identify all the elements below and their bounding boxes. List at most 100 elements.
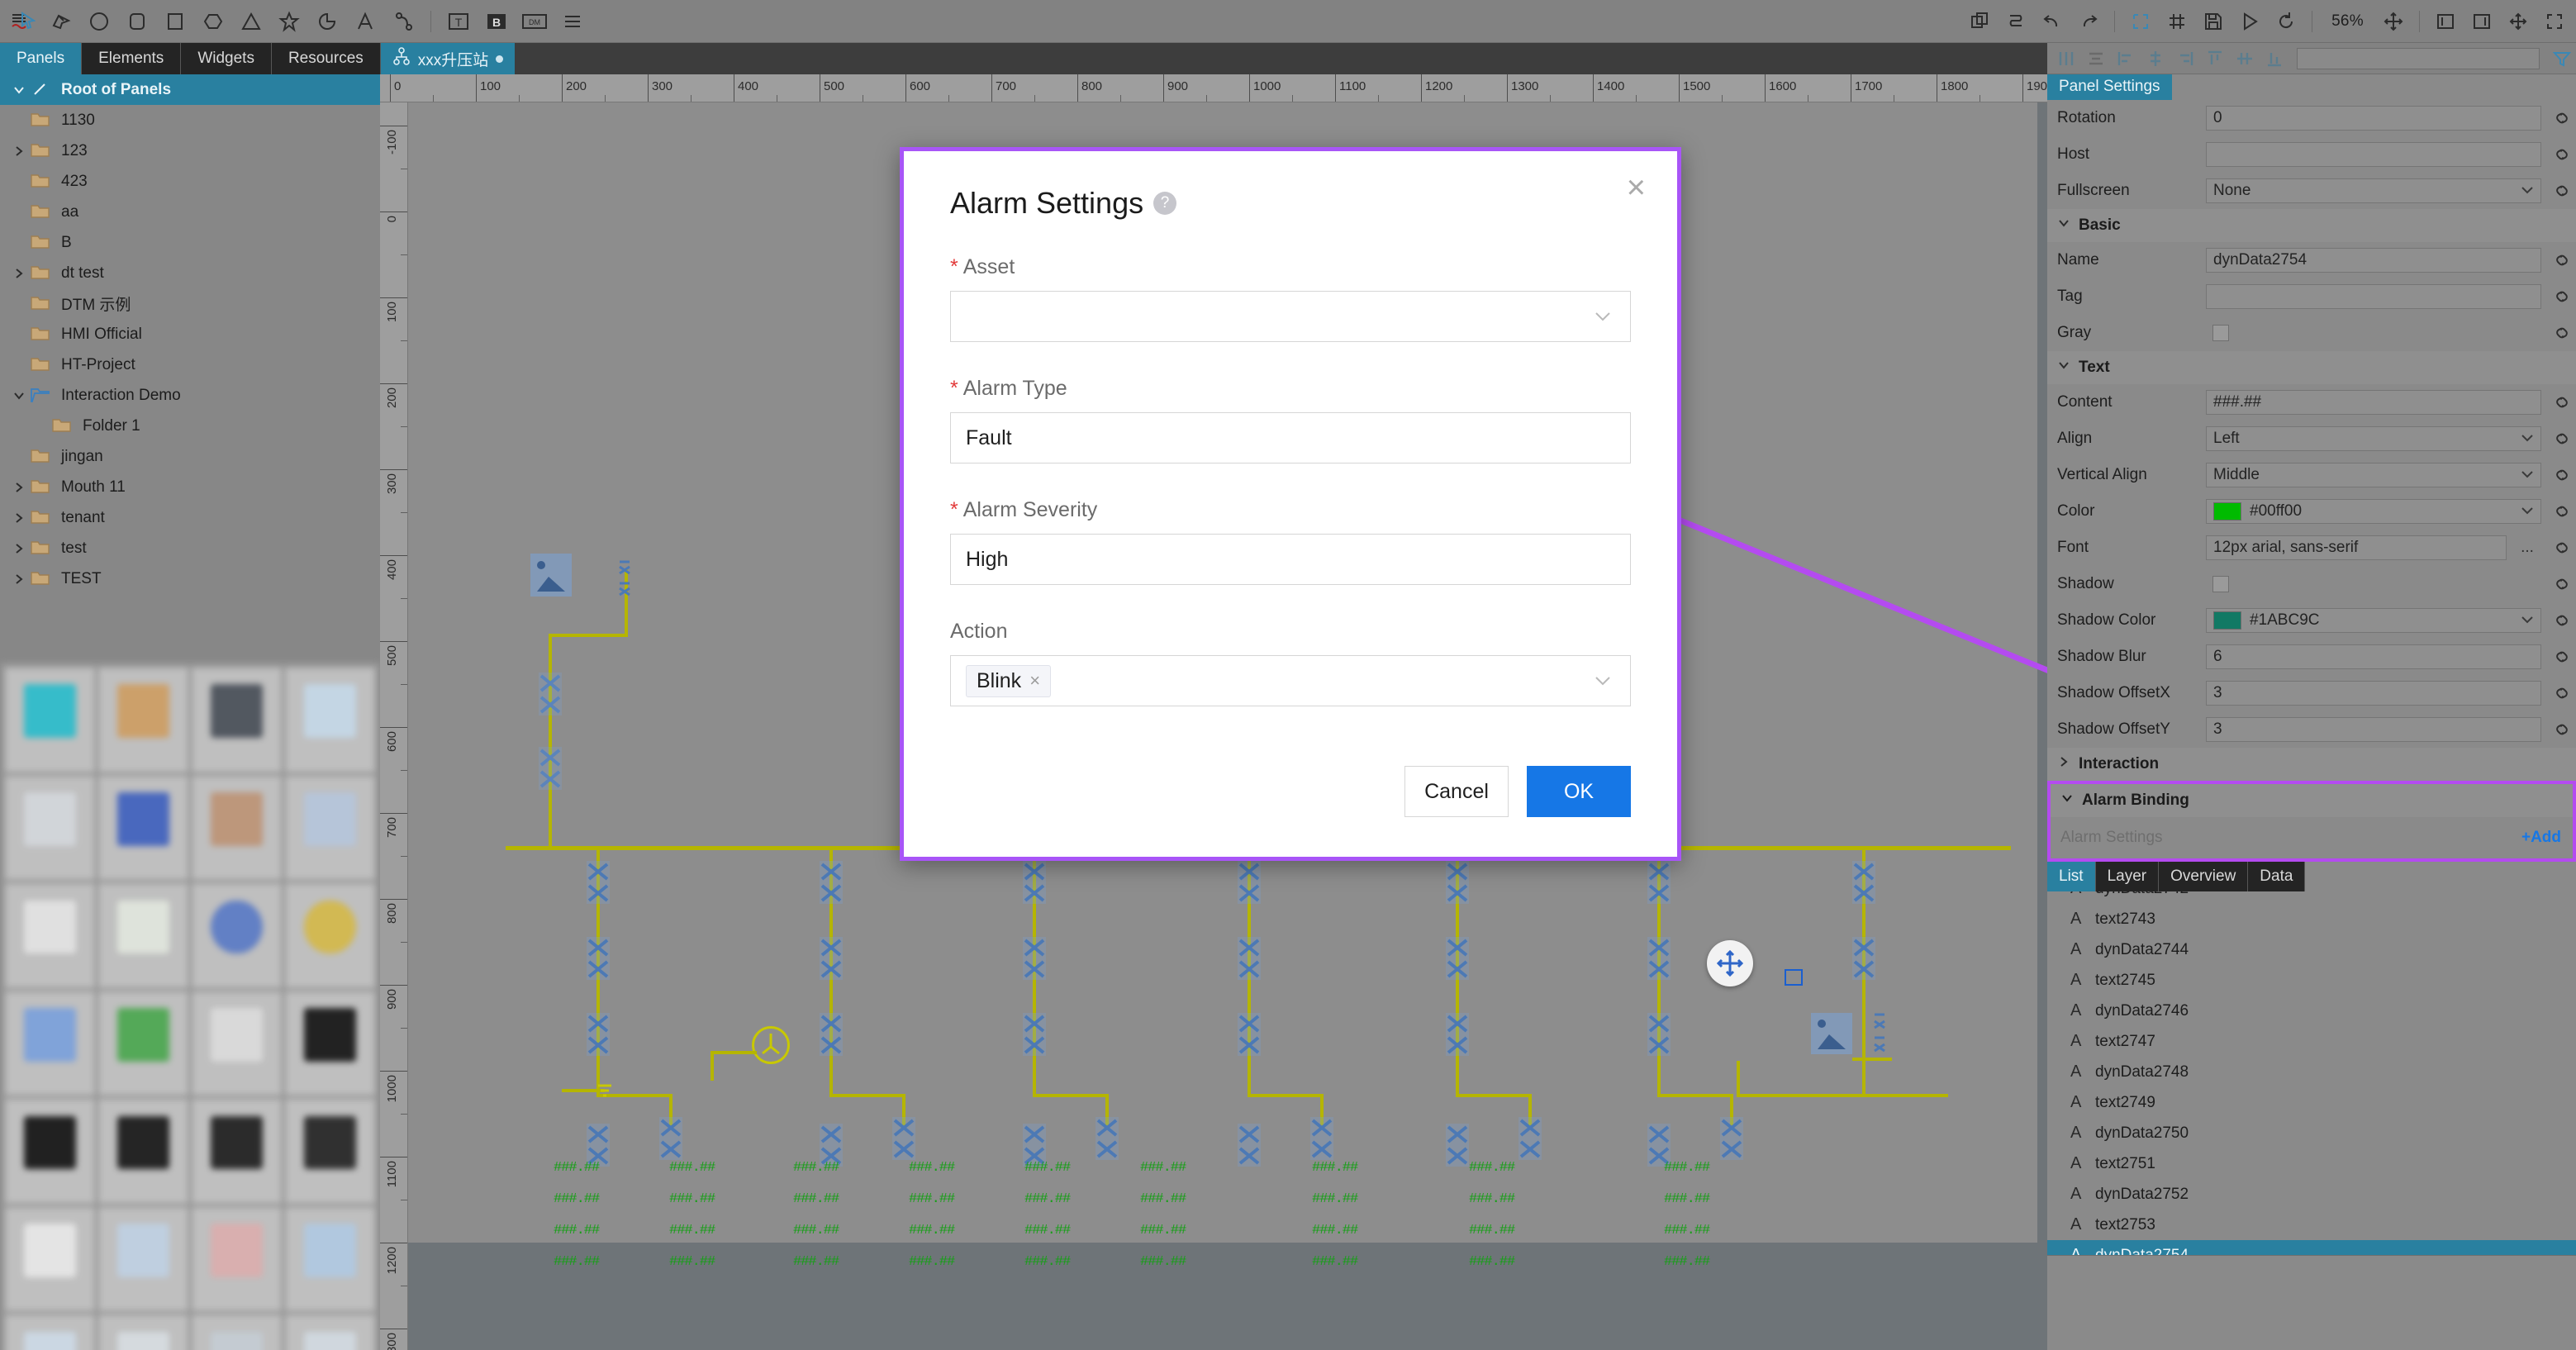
rounded-rect-icon[interactable] bbox=[121, 5, 154, 38]
grid-icon[interactable] bbox=[2160, 5, 2193, 38]
bold-box-icon[interactable]: B bbox=[480, 5, 513, 38]
alarm-severity-input[interactable]: High bbox=[950, 534, 1631, 585]
tab-panels[interactable]: Panels bbox=[0, 43, 82, 74]
list-item[interactable]: AdynData2748 bbox=[2047, 1057, 2576, 1087]
align-right-icon[interactable] bbox=[2171, 46, 2199, 71]
link-icon[interactable] bbox=[2548, 393, 2576, 411]
tree-item-423[interactable]: 423 bbox=[0, 166, 380, 197]
breaker-symbol-icon[interactable] bbox=[1872, 1011, 1887, 1056]
align-left-icon[interactable] bbox=[2112, 46, 2140, 71]
tab-list[interactable]: List bbox=[2047, 862, 2096, 891]
checkbox[interactable] bbox=[2212, 325, 2229, 341]
align-horizontal-center-icon[interactable] bbox=[2082, 46, 2110, 71]
breaker-symbol-icon[interactable] bbox=[820, 937, 843, 980]
palette-item[interactable] bbox=[98, 1314, 188, 1350]
chevron-right-icon[interactable] bbox=[2057, 755, 2070, 773]
chevron-right-icon[interactable] bbox=[8, 267, 30, 280]
chevron-down-icon[interactable] bbox=[1594, 670, 1612, 692]
tree-item-jingan[interactable]: jingan bbox=[0, 441, 380, 472]
link-icon[interactable] bbox=[2548, 430, 2576, 448]
distribute-horizontal-icon[interactable] bbox=[2231, 46, 2259, 71]
chevron-down-icon[interactable] bbox=[2057, 359, 2070, 377]
font-more-button[interactable]: ... bbox=[2513, 539, 2541, 557]
property-value-field[interactable]: None bbox=[2206, 178, 2541, 203]
breaker-symbol-icon[interactable] bbox=[1811, 1013, 1852, 1054]
chevron-down-icon[interactable] bbox=[8, 389, 30, 402]
section-header-basic[interactable]: Basic bbox=[2047, 209, 2576, 242]
breaker-symbol-icon[interactable] bbox=[1238, 861, 1261, 904]
breaker-symbol-icon[interactable] bbox=[539, 673, 562, 715]
breaker-symbol-icon[interactable] bbox=[1023, 861, 1046, 904]
breaker-symbol-icon[interactable] bbox=[1852, 937, 1875, 980]
letter-a-icon[interactable] bbox=[349, 5, 382, 38]
palette-item[interactable] bbox=[5, 991, 95, 1096]
section-header-text[interactable]: Text bbox=[2047, 351, 2576, 384]
link-icon[interactable] bbox=[2548, 611, 2576, 630]
chevron-down-icon[interactable] bbox=[2521, 505, 2534, 519]
breaker-symbol-icon[interactable] bbox=[1238, 937, 1261, 980]
link-icon[interactable] bbox=[2548, 684, 2576, 702]
list-item[interactable]: AdynData2750 bbox=[2047, 1118, 2576, 1148]
breaker-symbol-icon[interactable] bbox=[892, 1117, 915, 1160]
breaker-symbol-icon[interactable] bbox=[530, 554, 572, 597]
fit-screen-icon[interactable] bbox=[2502, 5, 2535, 38]
list-item[interactable]: Atext2751 bbox=[2047, 1148, 2576, 1179]
palette-item[interactable] bbox=[5, 883, 95, 988]
section-header-interaction[interactable]: Interaction bbox=[2047, 748, 2576, 781]
maximize-icon[interactable] bbox=[2538, 5, 2571, 38]
hexagon-icon[interactable] bbox=[197, 5, 230, 38]
action-chip[interactable]: Blink × bbox=[966, 665, 1051, 697]
redo-icon[interactable] bbox=[2072, 5, 2105, 38]
cancel-button[interactable]: Cancel bbox=[1404, 766, 1509, 817]
property-value-field[interactable]: 3 bbox=[2206, 681, 2541, 706]
property-value-field[interactable] bbox=[2206, 142, 2541, 167]
link-icon[interactable] bbox=[2548, 539, 2576, 557]
palette-item[interactable] bbox=[192, 1207, 282, 1312]
list-item[interactable]: Atext2749 bbox=[2047, 1087, 2576, 1118]
palette-item[interactable] bbox=[5, 1207, 95, 1312]
breaker-symbol-icon[interactable] bbox=[1446, 861, 1469, 904]
property-value-field[interactable]: Middle bbox=[2206, 463, 2541, 487]
star-icon[interactable] bbox=[273, 5, 306, 38]
tree-item-1130[interactable]: 1130 bbox=[0, 105, 380, 135]
document-tab[interactable]: xxx升压站 bbox=[381, 43, 516, 74]
chevron-down-icon[interactable] bbox=[8, 83, 30, 97]
tree-item-interaction-demo[interactable]: Interaction Demo bbox=[0, 380, 380, 411]
tree-item-hmi-official[interactable]: HMI Official bbox=[0, 319, 380, 349]
play-icon[interactable] bbox=[2233, 5, 2266, 38]
palette-item[interactable] bbox=[285, 1207, 375, 1312]
tree-item-folder-1[interactable]: Folder 1 bbox=[0, 411, 380, 441]
breaker-symbol-icon[interactable] bbox=[1852, 861, 1875, 904]
tab-resources[interactable]: Resources bbox=[272, 43, 381, 74]
add-alarm-button[interactable]: +Add bbox=[2521, 829, 2561, 847]
zoom-level-label[interactable]: 56% bbox=[2322, 12, 2374, 31]
selection-box[interactable] bbox=[1785, 969, 1803, 986]
chevron-right-icon[interactable] bbox=[8, 542, 30, 555]
tree-item-b[interactable]: B bbox=[0, 227, 380, 258]
link-icon[interactable] bbox=[2548, 145, 2576, 164]
property-value-field[interactable]: #00ff00 bbox=[2206, 499, 2541, 524]
list-item[interactable]: AdynData2754 bbox=[2047, 1240, 2576, 1255]
list-item[interactable]: AdynData2744 bbox=[2047, 934, 2576, 965]
checkbox[interactable] bbox=[2212, 576, 2229, 592]
palette-item[interactable] bbox=[192, 991, 282, 1096]
refresh-icon[interactable] bbox=[2269, 5, 2303, 38]
tree-root-row[interactable]: Root of Panels bbox=[0, 74, 380, 105]
list-item[interactable]: Atext2753 bbox=[2047, 1210, 2576, 1240]
text-box-icon[interactable]: T bbox=[442, 5, 475, 38]
align-top-icon[interactable] bbox=[2201, 46, 2229, 71]
vertical-ruler[interactable]: -100010020030040050060070080090010001100… bbox=[380, 102, 408, 1350]
breaker-symbol-icon[interactable] bbox=[1647, 861, 1671, 904]
panel-settings-tab[interactable]: Panel Settings bbox=[2047, 74, 2172, 100]
breaker-symbol-icon[interactable] bbox=[1096, 1117, 1119, 1160]
fit-width-icon[interactable] bbox=[2429, 5, 2462, 38]
align-bottom-icon[interactable] bbox=[2260, 46, 2288, 71]
palette-item[interactable] bbox=[192, 883, 282, 988]
palette-item[interactable] bbox=[98, 1207, 188, 1312]
property-value-field[interactable]: 3 bbox=[2206, 717, 2541, 742]
palette-item[interactable] bbox=[285, 1314, 375, 1350]
link-icon[interactable] bbox=[2548, 324, 2576, 342]
tree-item-dtm-示例[interactable]: DTM 示例 bbox=[0, 288, 380, 319]
color-swatch[interactable] bbox=[2213, 502, 2241, 521]
action-multiselect[interactable]: Blink × bbox=[950, 655, 1631, 706]
